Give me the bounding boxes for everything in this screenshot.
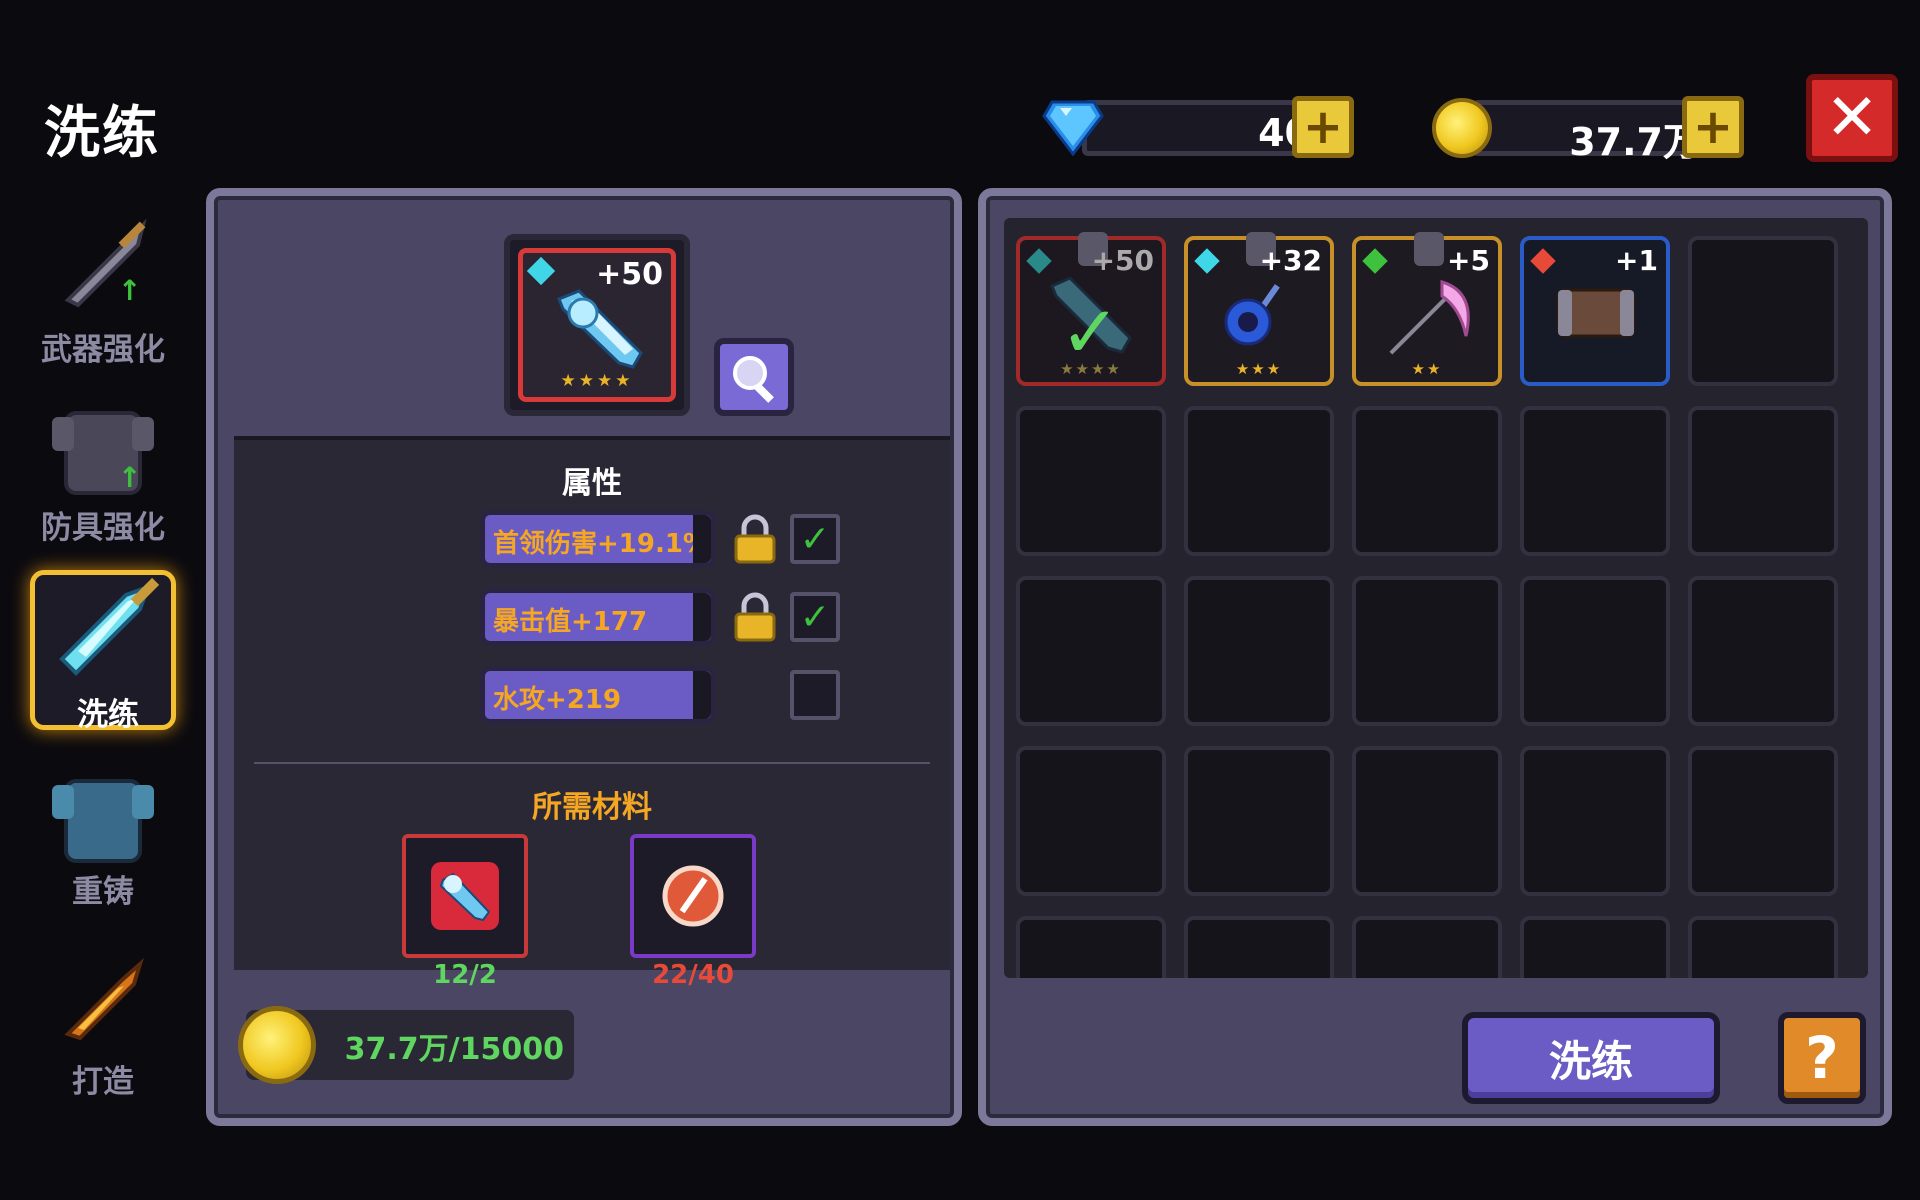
coin-icon — [1432, 98, 1492, 158]
diamond-icon — [1042, 100, 1104, 156]
inventory-slot[interactable] — [1520, 746, 1670, 896]
inspect-button[interactable] — [714, 338, 794, 416]
gem-currency: 40 + — [1042, 96, 1354, 158]
item-stars: ★★★★ — [560, 371, 634, 391]
inventory-slot[interactable] — [1016, 576, 1166, 726]
bracer-icon — [1556, 288, 1636, 338]
help-button[interactable]: ? — [1778, 1012, 1866, 1104]
inventory-slot[interactable]: +32 ★★★ — [1184, 232, 1334, 386]
inventory-slot[interactable] — [1016, 746, 1166, 896]
lock-icon[interactable] — [732, 514, 778, 564]
forge-sword-icon — [40, 944, 166, 1054]
item-stars: ★★ — [1411, 360, 1443, 378]
attribute-checkbox[interactable]: ✓ — [790, 514, 840, 564]
item-stars: ★★★★ — [1060, 360, 1122, 378]
weapon-material-icon — [431, 862, 499, 930]
inventory-slot[interactable] — [1520, 916, 1670, 978]
close-button[interactable]: ✕ — [1806, 74, 1898, 162]
materials-title: 所需材料 — [532, 790, 652, 825]
inventory-slot[interactable] — [1352, 916, 1502, 978]
inventory-slot[interactable] — [1184, 916, 1334, 978]
refine-panel: +50 ★★★★ 属性 首领伤害+19.1% ✓ 暴击值+177 ✓ 水攻+21… — [206, 188, 962, 1126]
sidebar-item-armor-enhance[interactable]: ↑ 防具强化 — [30, 398, 176, 558]
add-gold-button[interactable]: + — [1682, 96, 1744, 158]
inventory-slot[interactable] — [1688, 746, 1838, 896]
inventory-slot[interactable] — [1352, 406, 1502, 556]
equipped-item-frame[interactable]: +50 ★★★★ — [504, 234, 690, 416]
material-slot-weapon[interactable] — [402, 834, 528, 958]
attribute-text: 首领伤害+19.1% — [493, 529, 709, 559]
sidebar-item-label: 武器强化 — [41, 332, 165, 368]
inventory-slot[interactable] — [1688, 406, 1838, 556]
svg-text:↑: ↑ — [118, 274, 141, 307]
lock-icon[interactable] — [732, 592, 778, 642]
sidebar-item-weapon-enhance[interactable]: ↑ 武器强化 — [30, 210, 176, 370]
inventory-slot[interactable] — [1520, 576, 1670, 726]
svg-text:↑: ↑ — [118, 461, 141, 494]
sidebar-item-label: 重铸 — [72, 874, 134, 910]
gold-cost-bar: 37.7万/15000 — [238, 1006, 574, 1084]
divider — [254, 762, 930, 764]
inventory-grid: +50 ✓ ★★★★ +32 ★★★ +5 ★★ +1 — [1004, 218, 1868, 978]
material-count: 12/2 — [433, 960, 497, 990]
coin-icon — [238, 1006, 316, 1084]
inventory-slot[interactable] — [1520, 406, 1670, 556]
inventory-slot[interactable] — [1352, 746, 1502, 896]
attribute-row-water-attack: 水攻+219 — [480, 666, 716, 724]
scythe-icon — [1389, 279, 1470, 355]
gem-socket-icon — [1362, 248, 1388, 274]
material-count: 22/40 — [652, 960, 734, 990]
attribute-text: 水攻+219 — [493, 685, 622, 715]
magnifier-icon — [733, 356, 774, 403]
attribute-checkbox[interactable]: ✓ — [790, 592, 840, 642]
sword-icon: ↑ — [40, 210, 166, 320]
blue-axe-icon — [1224, 284, 1280, 346]
refine-button[interactable]: 洗练 — [1462, 1012, 1720, 1104]
inventory-slot[interactable] — [1352, 576, 1502, 726]
sidebar-item-label: 防具强化 — [41, 510, 165, 546]
attribute-text: 暴击值+177 — [493, 607, 648, 637]
lock-icon — [1414, 232, 1444, 266]
inventory-slot[interactable]: +50 ✓ ★★★★ — [1016, 232, 1166, 386]
armor-icon: ↑ — [40, 398, 166, 508]
attribute-row-crit: 暴击值+177 — [480, 588, 716, 646]
blue-armor-icon — [40, 766, 166, 876]
sidebar-item-refine[interactable]: 洗练 — [30, 570, 176, 733]
gem-socket-icon — [1530, 248, 1556, 274]
attributes-title: 属性 — [562, 466, 622, 501]
inventory-slot[interactable] — [1184, 406, 1334, 556]
sidebar-item-forge[interactable]: 打造 — [30, 944, 176, 1104]
inventory-slot[interactable]: +1 — [1520, 236, 1670, 386]
sidebar-item-recast[interactable]: 重铸 — [30, 766, 176, 926]
inventory-slot[interactable] — [1016, 916, 1166, 978]
add-gems-button[interactable]: + — [1292, 96, 1354, 158]
page-title: 洗练 — [44, 101, 160, 166]
equipped-item: +50 ★★★★ — [518, 248, 676, 402]
material-slot-scroll[interactable] — [630, 834, 756, 958]
scroll-material-icon — [662, 865, 724, 927]
sidebar-item-label: 打造 — [72, 1064, 134, 1100]
inventory-slot[interactable]: +5 ★★ — [1352, 232, 1502, 386]
item-stars: ★★★ — [1235, 360, 1283, 378]
inventory-slot[interactable] — [1184, 576, 1334, 726]
inventory-slot[interactable] — [1688, 236, 1838, 386]
gold-cost: 37.7万/15000 — [344, 1032, 564, 1067]
inventory-slot[interactable] — [1016, 406, 1166, 556]
inventory-slot[interactable] — [1184, 746, 1334, 896]
sidebar-item-label: 洗练 — [77, 697, 139, 733]
gold-currency: 37.7万 + — [1432, 96, 1744, 164]
gem-socket-icon — [1194, 248, 1220, 274]
inventory-panel: +50 ✓ ★★★★ +32 ★★★ +5 ★★ +1 洗练 ? — [978, 188, 1892, 1126]
crystal-sword-icon — [45, 575, 171, 685]
attributes-section: 属性 首领伤害+19.1% ✓ 暴击值+177 ✓ 水攻+219 所需材料 12… — [234, 436, 950, 990]
item-level: +1 — [1615, 244, 1658, 277]
attribute-checkbox[interactable] — [790, 670, 840, 720]
inventory-slot[interactable] — [1688, 576, 1838, 726]
attribute-row-boss-damage: 首领伤害+19.1% — [480, 510, 716, 568]
inventory-slot[interactable] — [1688, 916, 1838, 978]
ice-sword-icon — [557, 289, 643, 369]
